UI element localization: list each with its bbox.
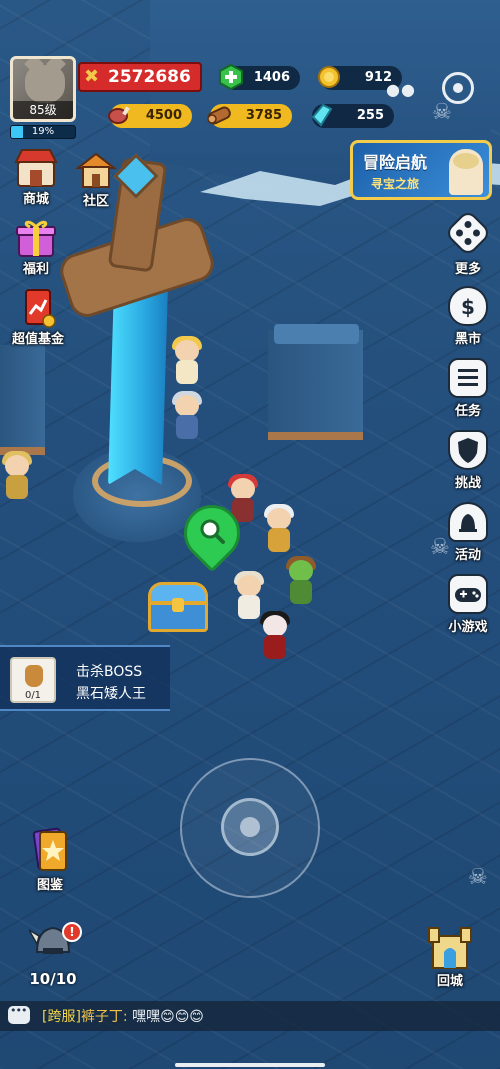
skull-icon: ☠ [468,865,488,890]
chat-bar[interactable]: [跨服]裤子丁: 嘿嘿😊😊😊 [0,1001,500,1031]
more-dots-icon[interactable]: ●● [386,80,416,99]
shield-icon [448,430,488,470]
chat-message[interactable]: [跨服]裤子丁: 嘿嘿😊😊😊 [42,1006,204,1026]
hero-priest[interactable] [232,571,266,619]
combat-power-value: 2572686 [108,67,191,87]
quest-tracker[interactable]: 0/1 击杀BOSS 黑石矮人王 [0,645,170,711]
chat-channel: [跨服] [42,1009,81,1025]
quest-objective: 击杀BOSS [76,664,143,680]
meat-icon [104,100,134,130]
return-city-label: 回城 [436,974,463,989]
gift-icon [14,218,58,258]
quest-progress: 0/1 [24,690,42,701]
event-subtitle: 寻宝之旅 [371,177,420,191]
event-title: 冒险启航 [363,153,428,172]
chat-text: 嘿嘿😊😊😊 [127,1009,204,1025]
svg-text:$: $ [461,295,475,319]
combat-power[interactable]: ✖ 2572686 [78,62,202,92]
xp-percent: 19% [31,126,55,137]
activity-button[interactable]: 活动 [440,502,496,563]
welfare-button[interactable]: 福利 [8,218,64,277]
crystal-icon [306,100,336,130]
house-icon [74,150,118,190]
gems-value: 1406 [253,70,290,85]
bell-icon [448,502,488,542]
skull-icon: ☠ [432,100,452,125]
codex-button[interactable]: 图鉴 [22,826,78,893]
fund-label: 超值基金 [11,332,64,347]
hero-vampire[interactable] [258,611,292,659]
boss-loot-icon [25,665,43,687]
shop-icon [14,148,58,188]
return-city-button[interactable]: 回城 [420,922,480,989]
castle-icon [425,922,475,970]
meat-value: 4500 [145,108,182,123]
hero-angel[interactable] [170,336,204,384]
community-label: 社区 [82,194,109,209]
task-list-icon [448,358,488,398]
chart-card-icon [16,288,60,328]
quest-icon: 0/1 [10,657,56,703]
minigames-label: 小游戏 [448,620,488,635]
crystals-counter[interactable]: 255 [311,103,394,128]
money-bag-icon: $ [448,286,488,326]
fund-button[interactable]: 超值基金 [6,288,70,347]
chat-sender: 裤子丁: [80,1009,128,1025]
crystals-value: 255 [356,108,384,123]
more-label: 更多 [454,262,481,277]
gamepad-icon [448,574,488,614]
joystick-knob[interactable] [221,798,279,856]
codex-label: 图鉴 [36,878,63,893]
search-marker[interactable] [172,493,252,573]
hero-count: 10/10 [29,970,77,988]
magnifier-icon [200,519,225,544]
quest-target: 黑石矮人王 [76,686,146,702]
black-market-label: 黑市 [454,332,481,347]
card-book-icon [28,826,72,874]
hero-goblin[interactable] [284,556,318,604]
tasks-button[interactable]: 任务 [440,358,496,419]
green-gem-plus-icon [216,62,246,92]
welfare-label: 福利 [22,262,49,277]
wood-value: 3785 [245,108,282,123]
challenge-label: 挑战 [454,476,481,491]
log-icon [204,100,234,130]
minigames-button[interactable]: 小游戏 [440,574,496,635]
gold-coin-icon [314,62,344,92]
challenge-button[interactable]: 挑战 [440,430,496,491]
community-button[interactable]: 社区 [70,150,122,209]
hero-enemy-left[interactable] [0,451,34,499]
xp-bar: 19% [10,125,76,139]
crossed-swords-icon: ✖ [84,66,100,87]
shop-button[interactable]: 商城 [8,148,64,207]
hero-knight[interactable] [170,391,204,439]
gems-counter[interactable]: 1406 [219,64,300,90]
upgrade-alert-icon: ! [62,922,82,942]
tasks-label: 任务 [454,404,481,419]
event-character [449,149,483,195]
meat-counter[interactable]: 4500 [108,104,192,128]
player-level: 85级 [13,101,73,119]
home-indicator[interactable] [175,1063,325,1067]
chat-bubble-icon[interactable] [8,1004,30,1024]
shop-label: 商城 [22,192,49,207]
diamond-grid-icon [443,208,493,258]
sword-blade [108,285,168,485]
hero-whitehair[interactable] [262,504,296,552]
wood-counter[interactable]: 3785 [207,104,292,128]
player-avatar[interactable]: 85级 [10,56,76,122]
more-button[interactable]: 更多 [440,208,496,277]
black-market-button[interactable]: $ 黑市 [440,286,496,347]
stone-pillar [268,330,363,440]
cat-portrait [25,65,65,103]
stone-pillar-left [0,345,45,455]
activity-label: 活动 [454,548,481,563]
settings-button[interactable] [442,72,474,104]
adventure-event-banner[interactable]: 冒险启航 寻宝之旅 [350,140,492,200]
treasure-chest[interactable] [148,582,208,634]
pillar-top [274,324,359,344]
